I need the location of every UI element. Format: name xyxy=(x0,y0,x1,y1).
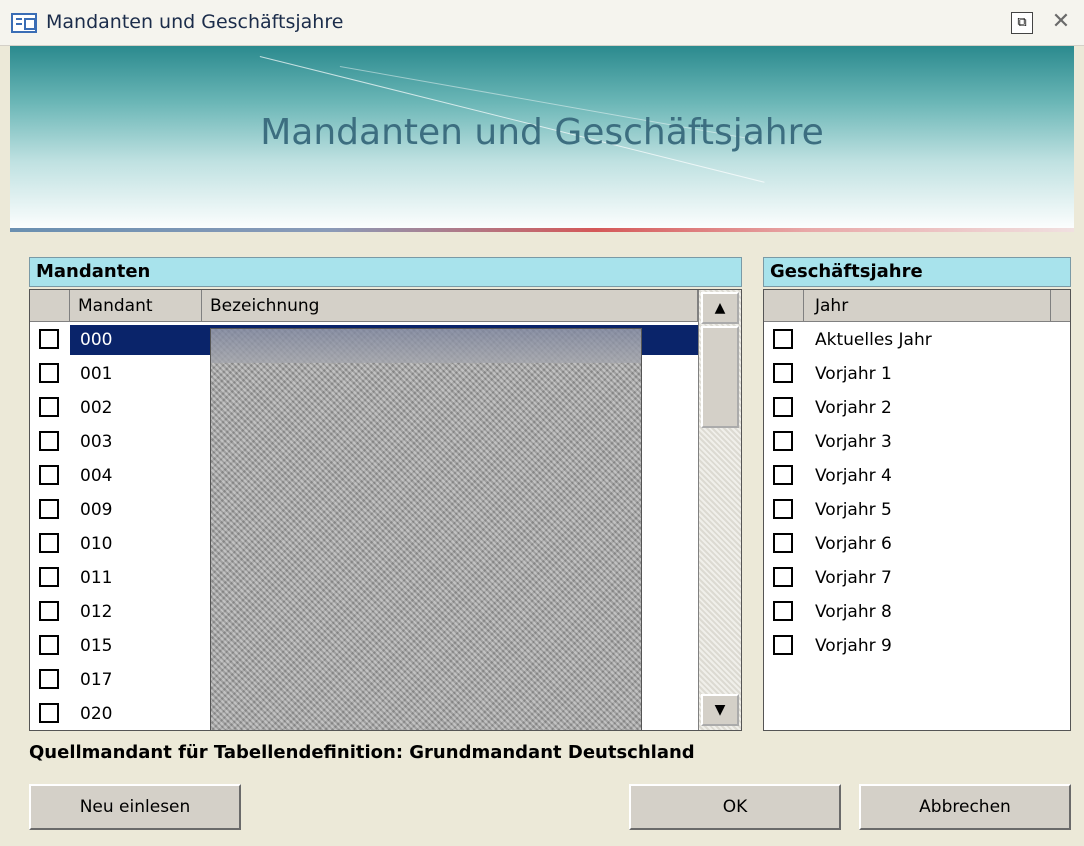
list-item[interactable]: Vorjahr 3 xyxy=(764,425,1070,459)
year-label: Vorjahr 4 xyxy=(815,466,892,486)
column-header-mandant[interactable]: Mandant xyxy=(70,290,202,322)
year-checkbox[interactable] xyxy=(773,533,793,553)
year-checkbox[interactable] xyxy=(773,567,793,587)
header-banner: Mandanten und Geschäftsjahre xyxy=(10,46,1074,232)
list-item[interactable]: Vorjahr 2 xyxy=(764,391,1070,425)
year-label: Vorjahr 8 xyxy=(815,602,892,622)
geschaeftsjahre-section-header: Geschäftsjahre xyxy=(763,257,1071,287)
year-checkbox[interactable] xyxy=(773,363,793,383)
title-bar: Mandanten und Geschäftsjahre ⧉ ✕ xyxy=(0,0,1084,46)
redacted-selection xyxy=(211,329,641,363)
reload-button[interactable]: Neu einlesen xyxy=(29,784,241,830)
year-checkbox[interactable] xyxy=(773,329,793,349)
scroll-thumb[interactable] xyxy=(701,326,739,428)
year-checkbox[interactable] xyxy=(773,601,793,621)
mandant-cell[interactable]: 010 xyxy=(70,529,202,559)
year-label: Vorjahr 9 xyxy=(815,636,892,656)
row-checkbox[interactable] xyxy=(39,635,59,655)
year-checkbox[interactable] xyxy=(773,635,793,655)
row-checkbox[interactable] xyxy=(39,329,59,349)
list-item[interactable]: Vorjahr 8 xyxy=(764,595,1070,629)
year-label: Vorjahr 6 xyxy=(815,534,892,554)
mandant-cell[interactable]: 003 xyxy=(70,427,202,457)
mandant-cell[interactable]: 017 xyxy=(70,665,202,695)
mandant-cell[interactable]: 020 xyxy=(70,699,202,729)
geschaeftsjahre-list[interactable]: Jahr Aktuelles Jahr Vorjahr 1 Vorjahr 2 Vor… xyxy=(763,289,1071,731)
year-checkbox[interactable] xyxy=(773,465,793,485)
year-checkbox[interactable] xyxy=(773,431,793,451)
mandanten-grid[interactable]: Mandant Bezeichnung 000 001 002 003 004 009 01… xyxy=(29,289,742,731)
year-checkbox[interactable] xyxy=(773,499,793,519)
list-item[interactable]: Vorjahr 5 xyxy=(764,493,1070,527)
year-label: Vorjahr 5 xyxy=(815,500,892,520)
row-checkbox[interactable] xyxy=(39,601,59,621)
row-checkbox[interactable] xyxy=(39,363,59,383)
mandant-cell[interactable]: 000 xyxy=(70,325,202,355)
list-item[interactable]: Vorjahr 1 xyxy=(764,357,1070,391)
scroll-down-button[interactable]: ▼ xyxy=(701,694,739,726)
vertical-scrollbar[interactable]: ▲ ▼ xyxy=(698,290,741,730)
mandant-cell[interactable]: 011 xyxy=(70,563,202,593)
cancel-button[interactable]: Abbrechen xyxy=(859,784,1071,830)
scroll-up-button[interactable]: ▲ xyxy=(701,292,739,324)
row-checkbox[interactable] xyxy=(39,703,59,723)
row-checkbox[interactable] xyxy=(39,499,59,519)
banner-title: Mandanten und Geschäftsjahre xyxy=(260,112,824,153)
mandant-cell[interactable]: 002 xyxy=(70,393,202,423)
column-header-jahr[interactable]: Jahr xyxy=(805,290,1051,322)
year-label: Vorjahr 7 xyxy=(815,568,892,588)
years-header-select xyxy=(764,290,804,322)
mandant-cell[interactable]: 012 xyxy=(70,597,202,627)
grid-header-select xyxy=(30,290,70,322)
row-checkbox[interactable] xyxy=(39,533,59,553)
column-header-bezeichnung[interactable]: Bezeichnung xyxy=(202,290,698,322)
source-mandant-label: Quellmandant für Tabellendefinition: Gru… xyxy=(29,742,695,763)
list-item[interactable]: Vorjahr 7 xyxy=(764,561,1070,595)
year-label: Vorjahr 2 xyxy=(815,398,892,418)
form-icon xyxy=(11,13,37,33)
restore-button[interactable]: ⧉ xyxy=(1011,12,1033,34)
banner-divider xyxy=(10,228,1074,232)
year-label: Aktuelles Jahr xyxy=(815,330,932,350)
year-label: Vorjahr 3 xyxy=(815,432,892,452)
list-item[interactable]: Vorjahr 4 xyxy=(764,459,1070,493)
window-title: Mandanten und Geschäftsjahre xyxy=(46,11,344,33)
ok-button[interactable]: OK xyxy=(629,784,841,830)
row-checkbox[interactable] xyxy=(39,431,59,451)
redacted-bezeichnung-area xyxy=(210,328,642,730)
mandant-cell[interactable]: 001 xyxy=(70,359,202,389)
list-item[interactable]: Vorjahr 9 xyxy=(764,629,1070,663)
year-checkbox[interactable] xyxy=(773,397,793,417)
row-checkbox[interactable] xyxy=(39,669,59,689)
row-checkbox[interactable] xyxy=(39,567,59,587)
row-checkbox[interactable] xyxy=(39,465,59,485)
row-checkbox[interactable] xyxy=(39,397,59,417)
mandant-cell[interactable]: 009 xyxy=(70,495,202,525)
years-header: Jahr xyxy=(764,290,1070,322)
close-button[interactable]: ✕ xyxy=(1048,10,1074,36)
mandanten-section-header: Mandanten xyxy=(29,257,742,287)
list-item[interactable]: Aktuelles Jahr xyxy=(764,323,1070,357)
list-item[interactable]: Vorjahr 6 xyxy=(764,527,1070,561)
grid-header: Mandant Bezeichnung xyxy=(30,290,698,322)
year-label: Vorjahr 1 xyxy=(815,364,892,384)
mandant-cell[interactable]: 015 xyxy=(70,631,202,661)
mandant-cell[interactable]: 004 xyxy=(70,461,202,491)
